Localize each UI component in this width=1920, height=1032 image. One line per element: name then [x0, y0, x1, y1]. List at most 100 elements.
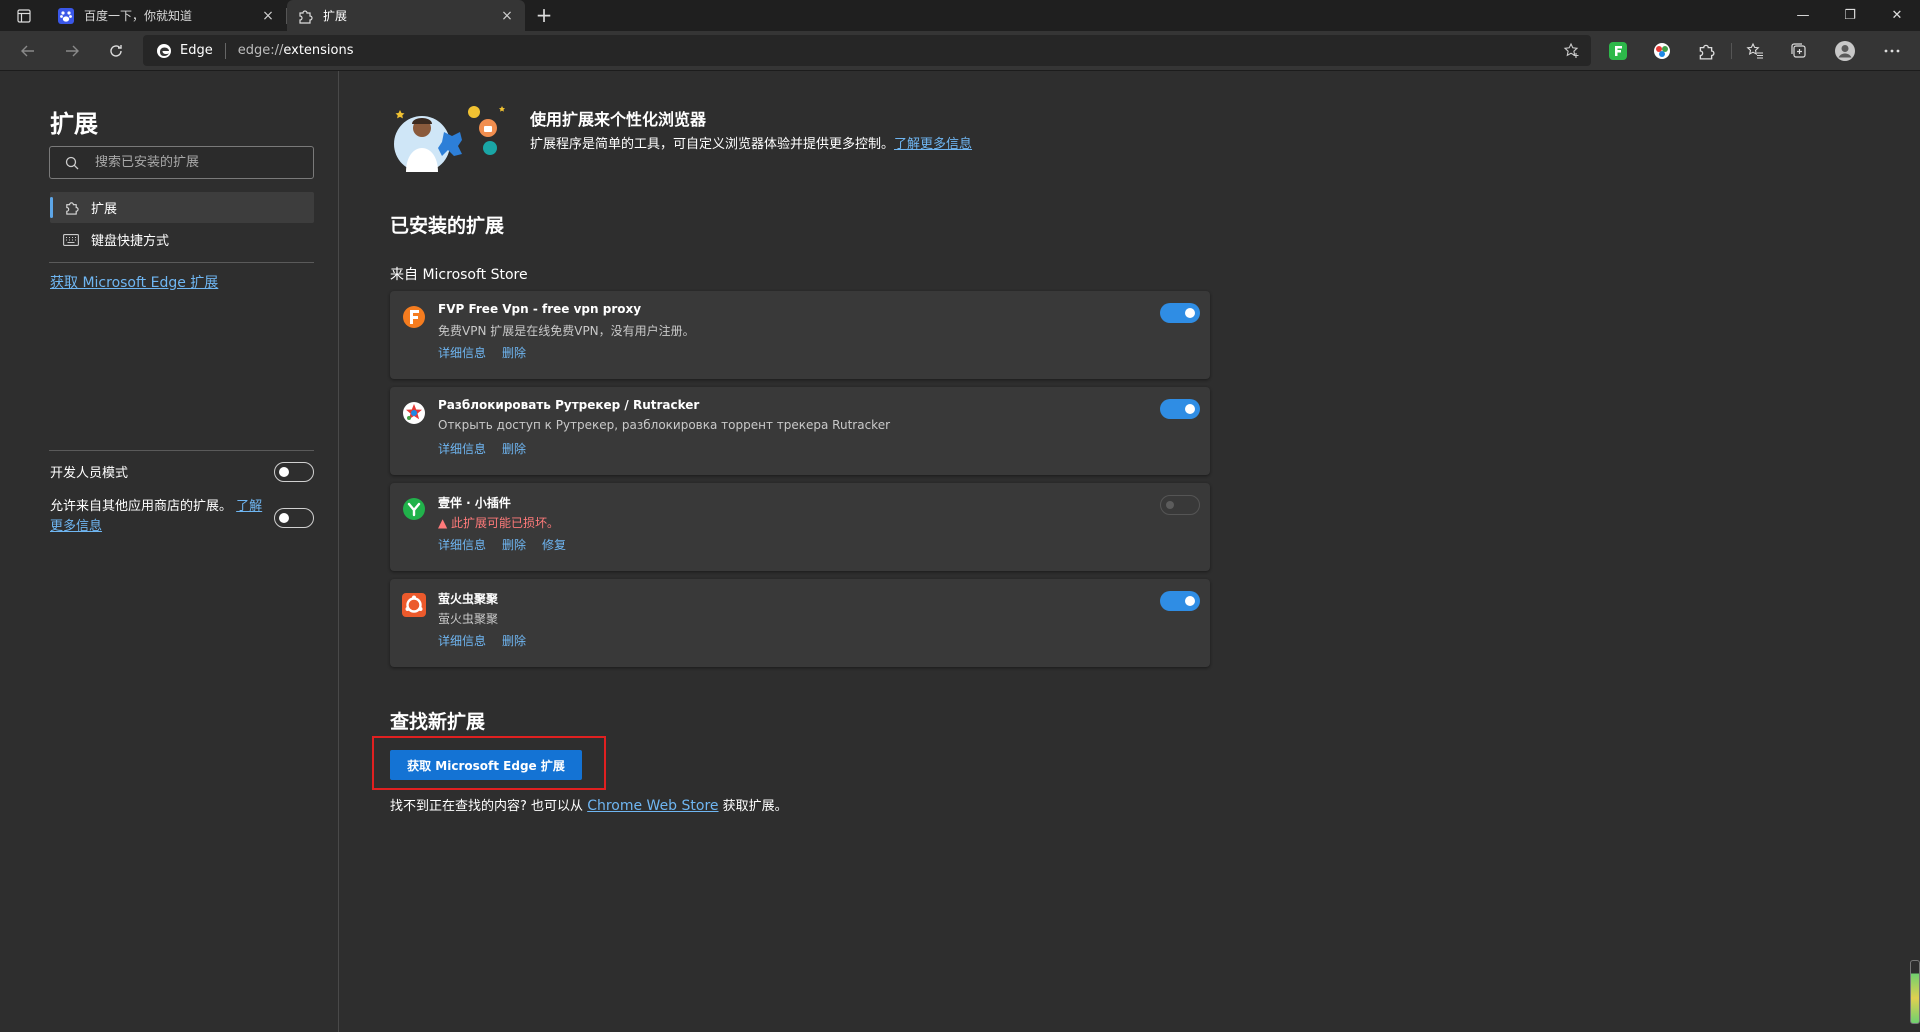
tab-title: 百度一下，你就知道 — [84, 9, 193, 23]
fvp-extension-icon[interactable] — [1608, 41, 1628, 61]
extension-name: FVP Free Vpn - free vpn proxy — [438, 302, 642, 316]
new-tab-button[interactable]: + — [532, 3, 556, 27]
extension-card-rutracker: Разблокировать Рутрекер / Rutracker Откр… — [390, 387, 1210, 475]
forward-arrow-icon — [66, 45, 79, 57]
find-new-extensions-heading: 查找新扩展 — [390, 711, 486, 733]
extension-name: 萤火虫聚聚 — [438, 592, 499, 606]
address-divider — [224, 42, 226, 59]
get-edge-extensions-link[interactable]: 获取 Microsoft Edge 扩展 — [50, 272, 218, 292]
microsoft-store-label: 来自 Microsoft Store — [390, 267, 528, 283]
remove-link[interactable]: 删除 — [502, 536, 526, 553]
extension-enable-toggle[interactable] — [1160, 399, 1200, 419]
hero-title: 使用扩展来个性化浏览器 — [530, 110, 707, 129]
installed-extensions-heading: 已安装的扩展 — [390, 215, 505, 237]
extension-actions: 详细信息 删除 — [438, 344, 526, 361]
sidebar: 扩展 扩展 键盘快捷方式 获取 Microsoft Edge 扩展 开发人员模式… — [0, 71, 339, 1032]
forward-button[interactable] — [58, 38, 86, 64]
hero-learn-more-link[interactable]: 了解更多信息 — [894, 137, 972, 152]
site-name: Edge — [180, 43, 213, 58]
sidebar-divider — [49, 262, 314, 263]
search-icon — [65, 156, 79, 169]
developer-mode-toggle[interactable] — [274, 462, 314, 482]
footer-suffix: 获取扩展。 — [722, 799, 788, 814]
tab-strip: 百度一下，你就知道 × 扩展 × + — ❐ ✕ — [0, 0, 1920, 31]
remove-link[interactable]: 删除 — [502, 632, 526, 649]
details-link[interactable]: 详细信息 — [438, 632, 486, 649]
details-link[interactable]: 详细信息 — [438, 536, 486, 553]
back-button[interactable] — [14, 38, 42, 64]
edge-logo-icon — [157, 43, 171, 58]
allow-other-stores-text: 允许来自其他应用商店的扩展。 — [50, 499, 233, 514]
back-arrow-icon — [21, 45, 34, 57]
firefly-logo-icon — [402, 593, 426, 617]
fvp-logo-icon — [403, 306, 425, 328]
details-link[interactable]: 详细信息 — [438, 344, 486, 361]
sidebar-item-keyboard-shortcuts[interactable]: 键盘快捷方式 — [50, 224, 314, 255]
toolbar: Edge edge://extensions — [0, 31, 1920, 71]
url-path: extensions — [283, 43, 354, 58]
address-bar[interactable]: Edge edge://extensions — [143, 35, 1591, 66]
extensions-puzzle-icon — [63, 200, 79, 216]
tab-baidu[interactable]: 百度一下，你就知道 × — [48, 0, 286, 31]
extension-description: Открыть доступ к Рутрекер, разблокировка… — [438, 418, 891, 432]
extension-enable-toggle[interactable] — [1160, 591, 1200, 611]
collections-icon[interactable] — [1789, 41, 1809, 61]
tab-extensions[interactable]: 扩展 × — [287, 0, 525, 31]
profile-avatar-icon[interactable] — [1834, 40, 1856, 62]
extension-warning: ▲ 此扩展可能已损坏。 — [438, 514, 559, 531]
remove-link[interactable]: 删除 — [502, 440, 526, 457]
extension-name: Разблокировать Рутрекер / Rutracker — [438, 398, 700, 412]
tab-close-icon[interactable]: × — [260, 8, 276, 24]
sidebar-item-extensions[interactable]: 扩展 — [50, 192, 314, 223]
sidebar-title: 扩展 — [50, 110, 98, 138]
extension-enable-toggle[interactable] — [1160, 495, 1200, 515]
sidebar-divider — [49, 450, 314, 451]
keyboard-icon — [63, 232, 79, 248]
favorites-icon[interactable] — [1745, 41, 1765, 61]
minimize-button[interactable]: — — [1780, 0, 1826, 31]
tab-title: 扩展 — [323, 9, 348, 23]
extension-name: 壹伴 · 小插件 — [438, 496, 511, 510]
refresh-button[interactable] — [102, 38, 130, 64]
warning-text: 此扩展可能已损坏。 — [451, 516, 560, 530]
footer-prefix: 找不到正在查找的内容? 也可以从 — [390, 799, 584, 814]
rutracker-extension-icon[interactable] — [1652, 41, 1672, 61]
url-scheme: edge:// — [237, 43, 284, 58]
extension-card-firefly: 萤火虫聚聚 萤火虫聚聚 详细信息 删除 — [390, 579, 1210, 667]
repair-link[interactable]: 修复 — [542, 536, 566, 553]
extension-enable-toggle[interactable] — [1160, 303, 1200, 323]
tab-actions-icon[interactable] — [8, 5, 40, 27]
chrome-web-store-link[interactable]: Chrome Web Store — [587, 798, 718, 814]
extension-description: 免费VPN 扩展是在线免费VPN，没有用户注册。 — [438, 324, 695, 338]
toolbar-divider — [1731, 43, 1732, 59]
sidebar-item-label: 键盘快捷方式 — [91, 234, 170, 249]
allow-other-stores-toggle[interactable] — [274, 508, 314, 528]
extension-description: 萤火虫聚聚 — [438, 612, 499, 626]
chrome-store-note: 找不到正在查找的内容? 也可以从 Chrome Web Store 获取扩展。 — [390, 795, 788, 814]
extension-card-yiban: 壹伴 · 小插件 ▲ 此扩展可能已损坏。 详细信息 删除 修复 — [390, 483, 1210, 571]
search-input[interactable] — [95, 155, 295, 170]
url-text: edge://extensions — [238, 43, 354, 58]
extensions-hero-illustration — [394, 106, 505, 172]
extensions-puzzle-icon[interactable] — [1696, 41, 1716, 61]
yiban-logo-icon — [403, 498, 425, 520]
extensions-puzzle-icon — [297, 8, 313, 24]
hero-desc-text: 扩展程序是简单的工具，可自定义浏览器体验并提供更多控制。 — [530, 137, 895, 152]
extension-actions: 详细信息 删除 修复 — [438, 536, 566, 553]
rutracker-logo-icon — [403, 402, 425, 424]
add-favorite-star-icon[interactable] — [1563, 42, 1581, 60]
extension-card-fvp: FVP Free Vpn - free vpn proxy 免费VPN 扩展是在… — [390, 291, 1210, 379]
allow-other-stores-label: 允许来自其他应用商店的扩展。 了解更多信息 — [50, 497, 270, 537]
extension-actions: 详细信息 删除 — [438, 632, 526, 649]
restore-button[interactable]: ❐ — [1827, 0, 1873, 31]
close-window-button[interactable]: ✕ — [1874, 0, 1920, 31]
search-box[interactable] — [49, 146, 314, 179]
get-edge-extensions-button[interactable]: 获取 Microsoft Edge 扩展 — [390, 750, 582, 780]
settings-more-icon[interactable] — [1882, 41, 1902, 61]
tab-close-icon[interactable]: × — [499, 8, 515, 24]
developer-mode-label: 开发人员模式 — [50, 466, 129, 481]
details-link[interactable]: 详细信息 — [438, 440, 486, 457]
refresh-icon — [110, 45, 122, 57]
hero-description: 扩展程序是简单的工具，可自定义浏览器体验并提供更多控制。了解更多信息 — [530, 133, 972, 152]
remove-link[interactable]: 删除 — [502, 344, 526, 361]
